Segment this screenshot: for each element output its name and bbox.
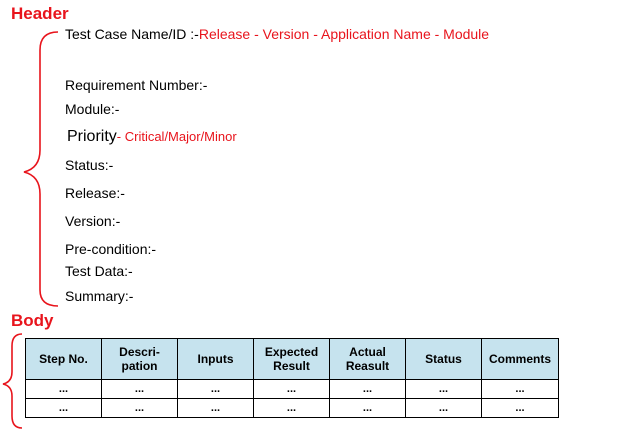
table-cell: ... bbox=[177, 379, 254, 399]
column-header: Expected Result bbox=[253, 338, 330, 380]
column-header: Comments bbox=[481, 338, 559, 380]
table-cell: ... bbox=[329, 379, 406, 399]
table-row: ... ... ... ... ... ... ... bbox=[25, 379, 559, 399]
test-case-name-field: Test Case Name/ID :-Release - Version - … bbox=[65, 26, 489, 42]
priority-field: Priority- Critical/Major/Minor bbox=[67, 128, 237, 146]
column-header: Status bbox=[405, 338, 482, 380]
table-cell: ... bbox=[481, 398, 559, 418]
release-field: Release:- bbox=[65, 185, 125, 201]
priority-label: Priority bbox=[67, 128, 117, 145]
table-cell: ... bbox=[253, 398, 330, 418]
table-header-row: Step No. Descri-pation Inputs Expected Re… bbox=[25, 338, 559, 380]
column-header: Step No. bbox=[25, 338, 102, 380]
table-cell: ... bbox=[253, 379, 330, 399]
test-case-name-value: Release - Version - Application Name - M… bbox=[198, 26, 490, 42]
test-case-name-label: Test Case Name/ID :- bbox=[65, 26, 199, 42]
table-cell: ... bbox=[405, 398, 482, 418]
table-cell: ... bbox=[481, 379, 559, 399]
version-field: Version:- bbox=[65, 213, 121, 229]
column-header: Descri-pation bbox=[101, 338, 178, 380]
table-cell: ... bbox=[405, 379, 482, 399]
summary-field: Summary:- bbox=[65, 288, 134, 304]
table-cell: ... bbox=[177, 398, 254, 418]
table-cell: ... bbox=[25, 398, 102, 418]
test-data-field: Test Data:- bbox=[65, 263, 133, 279]
test-steps-table: Step No. Descri-pation Inputs Expected Re… bbox=[25, 338, 559, 418]
table-cell: ... bbox=[101, 379, 178, 399]
requirement-number-field: Requirement Number:- bbox=[65, 77, 208, 93]
table-cell: ... bbox=[101, 398, 178, 418]
column-header: Actual Reasult bbox=[329, 338, 406, 380]
priority-value: - Critical/Major/Minor bbox=[116, 129, 237, 144]
precondition-field: Pre-condition:- bbox=[65, 241, 157, 257]
status-field: Status:- bbox=[65, 157, 114, 173]
module-field: Module:- bbox=[65, 101, 120, 117]
table-row: ... ... ... ... ... ... ... bbox=[25, 398, 559, 418]
table-cell: ... bbox=[25, 379, 102, 399]
column-header: Inputs bbox=[177, 338, 254, 380]
table-cell: ... bbox=[329, 398, 406, 418]
